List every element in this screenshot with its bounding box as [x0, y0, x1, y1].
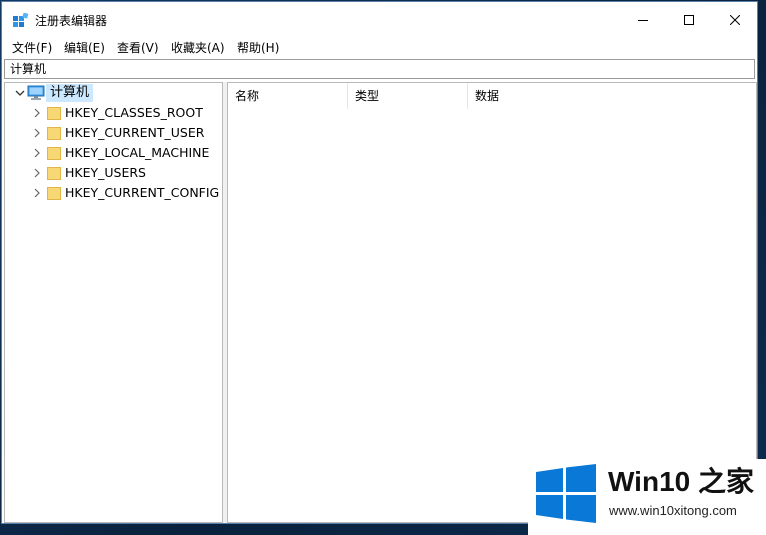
computer-icon — [27, 85, 45, 100]
tree-node-computer[interactable]: 计算机 — [5, 83, 222, 103]
window-title: 注册表编辑器 — [35, 14, 108, 28]
tree-node-label: HKEY_LOCAL_MACHINE — [65, 145, 210, 160]
menu-bar: 文件(F) 编辑(E) 查看(V) 收藏夹(A) 帮助(H) — [2, 38, 757, 58]
tree-node-label: 计算机 — [46, 84, 94, 102]
minimize-icon — [638, 20, 648, 21]
tree-node-label: HKEY_USERS — [65, 165, 146, 180]
chevron-right-icon[interactable] — [32, 167, 42, 179]
registry-editor-icon — [13, 13, 29, 27]
menu-view[interactable]: 查看(V) — [115, 40, 161, 56]
chevron-right-icon[interactable] — [32, 147, 42, 159]
tree-node-hkey-users[interactable]: HKEY_USERS — [5, 163, 222, 183]
tree-node-hkey-current-config[interactable]: HKEY_CURRENT_CONFIG — [5, 183, 222, 203]
column-header-type[interactable]: 类型 — [348, 83, 468, 109]
folder-icon — [47, 167, 61, 180]
address-path: 计算机 — [10, 62, 47, 76]
maximize-icon — [684, 15, 694, 25]
watermark-title: Win10 之家 — [608, 466, 754, 497]
tree-node-hkey-current-user[interactable]: HKEY_CURRENT_USER — [5, 123, 222, 143]
column-header-data[interactable]: 数据 — [468, 83, 756, 109]
chevron-down-icon[interactable] — [15, 87, 25, 99]
chevron-right-icon[interactable] — [32, 107, 42, 119]
maximize-button[interactable] — [666, 2, 712, 38]
column-header-name[interactable]: 名称 — [228, 83, 348, 109]
tree-node-label: HKEY_CURRENT_CONFIG — [65, 185, 220, 200]
folder-icon — [47, 127, 61, 140]
address-bar[interactable]: 计算机 — [4, 59, 755, 79]
chevron-right-icon[interactable] — [32, 187, 42, 199]
close-button[interactable] — [712, 2, 758, 38]
tree-node-hkey-local-machine[interactable]: HKEY_LOCAL_MACHINE — [5, 143, 222, 163]
menu-help[interactable]: 帮助(H) — [235, 40, 281, 56]
close-icon — [730, 15, 740, 25]
title-bar[interactable]: 注册表编辑器 — [2, 2, 757, 38]
folder-icon — [47, 107, 61, 120]
registry-editor-window: 注册表编辑器 文件(F) 编辑(E) 查看(V) 收藏夹(A) 帮助(H) 计算… — [1, 1, 758, 524]
win10-watermark: Win10 之家 www.win10xitong.com — [528, 459, 766, 535]
folder-icon — [47, 147, 61, 160]
values-list-pane[interactable]: 名称 类型 数据 — [227, 82, 757, 523]
tree-node-label: HKEY_CLASSES_ROOT — [65, 105, 203, 120]
menu-file[interactable]: 文件(F) — [10, 40, 54, 56]
minimize-button[interactable] — [620, 2, 666, 38]
watermark-url: www.win10xitong.com — [609, 503, 737, 518]
folder-icon — [47, 187, 61, 200]
menu-edit[interactable]: 编辑(E) — [62, 40, 107, 56]
tree-node-label: HKEY_CURRENT_USER — [65, 125, 205, 140]
chevron-right-icon[interactable] — [32, 127, 42, 139]
tree-node-hkey-classes-root[interactable]: HKEY_CLASSES_ROOT — [5, 103, 222, 123]
key-tree-pane[interactable]: 计算机 HKEY_CLASSES_ROOT HKEY_CURRENT_USER … — [4, 82, 223, 523]
windows-logo-icon — [536, 464, 596, 523]
menu-favorites[interactable]: 收藏夹(A) — [169, 40, 227, 56]
